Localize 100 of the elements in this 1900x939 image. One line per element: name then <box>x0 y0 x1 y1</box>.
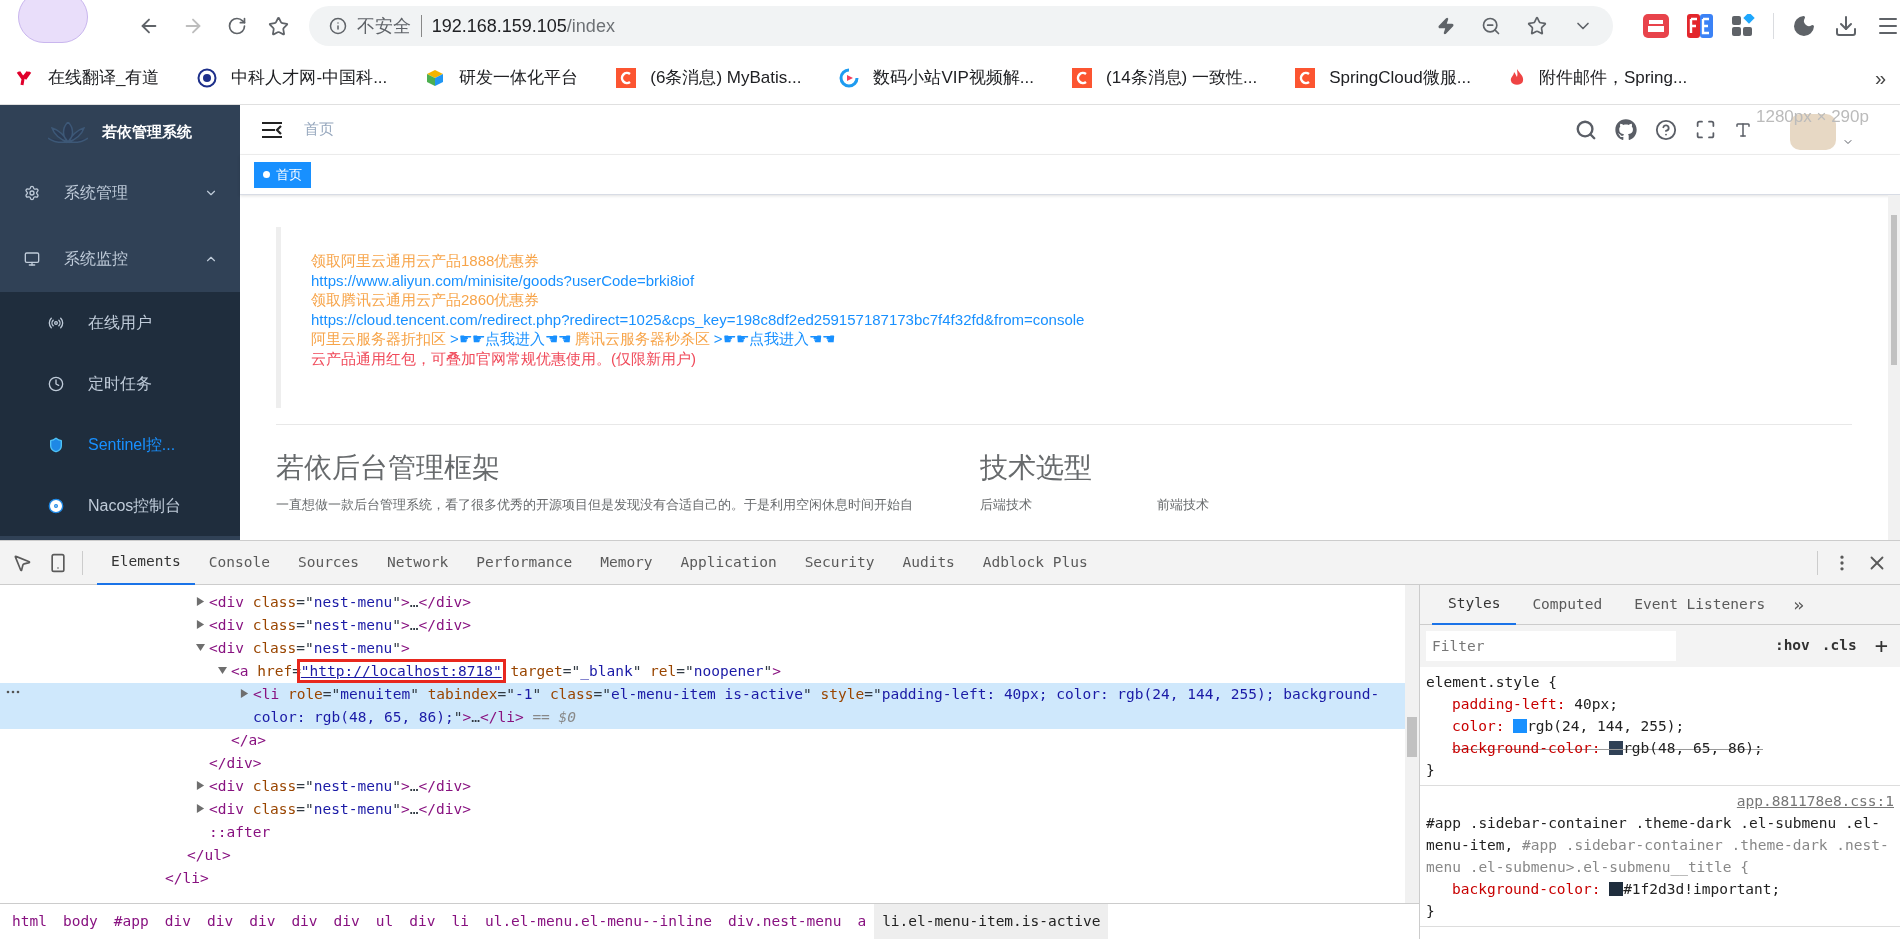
more-tabs-button[interactable]: » <box>1793 591 1805 618</box>
sidebar-menu-item[interactable]: 系统监控 <box>0 226 240 292</box>
bookmarks-more-button[interactable]: » <box>1874 63 1886 93</box>
bookmark-link[interactable]: (6条消息) MyBatis... <box>616 65 802 91</box>
moon-icon[interactable] <box>1792 14 1816 38</box>
dom-scrollbar[interactable] <box>1405 585 1419 903</box>
address-bar[interactable]: 不安全 192.168.159.105/index <box>308 6 1613 46</box>
dom-node-line[interactable]: <div class="nest-menu"> <box>0 637 1405 660</box>
new-rule-button[interactable]: + <box>1874 635 1888 657</box>
dom-node-line[interactable]: <div class="nest-menu">…</div> <box>0 591 1405 614</box>
bookmark-link[interactable]: (14条消息) 一致性... <box>1072 65 1258 91</box>
devtools-tab[interactable]: Performance <box>462 540 587 585</box>
sidebar-submenu-item[interactable]: 在线用户 <box>0 292 240 353</box>
styles-tab[interactable]: Styles <box>1432 584 1517 625</box>
styles-tab[interactable]: Event Listeners <box>1618 584 1782 625</box>
bookmark-link[interactable]: 数码小站VIP视频解... <box>839 65 1034 91</box>
sidebar-submenu-item[interactable]: Sentinel控... <box>0 414 240 475</box>
bookmark-link[interactable]: 中科人才网-中国科... <box>197 65 388 91</box>
device-toolbar-icon[interactable] <box>48 552 68 573</box>
css-declaration[interactable]: color: rgb(24, 144, 255); <box>1426 715 1685 737</box>
help-icon[interactable] <box>1655 118 1677 141</box>
zoom-out-icon[interactable] <box>1481 16 1501 36</box>
expand-triangle-icon[interactable] <box>196 620 205 629</box>
expand-triangle-icon[interactable] <box>196 781 205 790</box>
github-icon[interactable] <box>1615 118 1637 141</box>
sidebar-menu-item[interactable]: 系统管理 <box>0 160 240 226</box>
clock-icon <box>48 375 64 392</box>
bookmark-link[interactable]: 研发一体化平台 <box>425 65 579 91</box>
css-declaration[interactable]: background-color: rgb(48, 65, 86); <box>1426 737 1763 759</box>
dom-node-line[interactable]: </a> <box>0 729 1405 752</box>
dom-breadcrumb[interactable]: li <box>443 903 477 939</box>
logo-title: 若依管理系统 <box>102 122 192 143</box>
bookmark-link[interactable]: SpringCloud微服... <box>1295 65 1471 91</box>
y-logo-icon <box>16 69 34 87</box>
css-declaration[interactable]: background-color: #1f2d3d!important; <box>1426 878 1781 900</box>
css-declaration[interactable]: padding-left: 40px; <box>1426 693 1618 715</box>
dom-node-line[interactable]: </li> <box>0 867 1405 890</box>
dom-node-line[interactable]: <div class="nest-menu">…</div> <box>0 798 1405 821</box>
devtools-tab[interactable]: Application <box>666 540 791 585</box>
dom-breadcrumb[interactable]: li.el-menu-item.is-active <box>874 903 1109 939</box>
sidebar-submenu-item[interactable]: Nacos控制台 <box>0 475 240 536</box>
dom-node-line[interactable]: </ul> <box>0 844 1405 867</box>
url-text: 192.168.159.105/index <box>431 14 615 38</box>
devtools-tab[interactable]: Network <box>373 540 463 585</box>
cube-icon <box>425 68 446 88</box>
expand-triangle-icon[interactable] <box>196 804 205 813</box>
dom-node-line[interactable]: <div class="nest-menu">…</div> <box>0 775 1405 798</box>
dom-breadcrumb[interactable]: div <box>325 903 368 939</box>
dom-node-line[interactable]: <div class="nest-menu">…</div> <box>0 614 1405 637</box>
lightning-icon[interactable] <box>1437 17 1455 35</box>
devtools-tab[interactable]: Memory <box>586 540 667 585</box>
stylesheet-link[interactable]: app.881178e8.css:1 <box>1736 790 1894 812</box>
color-swatch[interactable] <box>1609 882 1624 896</box>
dom-breadcrumb[interactable]: ul <box>367 903 402 939</box>
promo-text: 腾讯云服务器秒杀区 <box>574 329 710 349</box>
dom-breadcrumb[interactable]: div <box>198 903 242 939</box>
printer-icon[interactable] <box>1643 14 1669 38</box>
collapse-triangle-icon[interactable] <box>218 666 227 675</box>
devtools-tab[interactable]: Adblock Plus <box>968 540 1102 585</box>
fe-extension-icon[interactable] <box>1687 14 1713 38</box>
devtools-tab[interactable]: Security <box>790 540 889 585</box>
css-selector: element.style { <box>1426 673 1558 692</box>
bookmark-link[interactable]: 附件邮件，Spring... <box>1508 65 1688 91</box>
dom-breadcrumb[interactable]: html <box>4 903 55 939</box>
dom-breadcrumb[interactable]: div <box>241 903 284 939</box>
dom-breadcrumb[interactable]: body <box>54 903 106 939</box>
styles-tab[interactable]: Computed <box>1516 584 1619 625</box>
dom-breadcrumb[interactable]: #app <box>105 903 157 939</box>
devtools-tab[interactable]: Audits <box>888 540 969 585</box>
section-title: 技术选型 <box>980 451 1093 485</box>
dom-node-line[interactable]: ::after <box>0 821 1405 844</box>
filter-field[interactable]: Filter <box>1426 631 1676 661</box>
page-scrollbar[interactable] <box>1888 195 1900 540</box>
info-icon <box>328 17 347 35</box>
devtools-tab[interactable]: Console <box>194 540 284 585</box>
dom-node-line[interactable]: </div> <box>0 752 1405 775</box>
dom-breadcrumb[interactable]: ul.el-menu.el-menu--inline <box>476 903 720 939</box>
search-icon[interactable] <box>1575 118 1597 141</box>
devtools-tab[interactable]: Sources <box>283 540 374 585</box>
font-size-icon[interactable] <box>1734 120 1752 139</box>
collapse-triangle-icon[interactable] <box>196 643 205 652</box>
expand-triangle-icon[interactable] <box>240 689 249 698</box>
sidebar-submenu-item[interactable]: 定时任务 <box>0 353 240 414</box>
download-icon[interactable] <box>1834 14 1858 38</box>
dom-breadcrumb[interactable]: div <box>156 903 199 939</box>
collapse-menu-icon[interactable] <box>262 121 282 138</box>
hover-state-button[interactable]: :hov <box>1774 635 1810 657</box>
expand-triangle-icon[interactable] <box>196 597 205 606</box>
color-swatch[interactable] <box>1513 719 1528 733</box>
bookmark-link[interactable]: 在线翻译_有道 <box>16 65 160 91</box>
apps-icon[interactable] <box>1731 14 1755 38</box>
class-toggle-button[interactable]: .cls <box>1821 635 1857 657</box>
dom-breadcrumb[interactable]: a <box>849 903 875 939</box>
disc-icon <box>48 497 64 514</box>
star-icon[interactable] <box>1527 16 1547 36</box>
dom-breadcrumb[interactable]: div <box>283 903 326 939</box>
devtools-tab[interactable]: Elements <box>97 540 195 585</box>
dom-breadcrumb[interactable]: div.nest-menu <box>719 903 850 939</box>
dom-breadcrumb[interactable]: div <box>401 903 444 939</box>
fullscreen-icon[interactable] <box>1695 119 1716 140</box>
